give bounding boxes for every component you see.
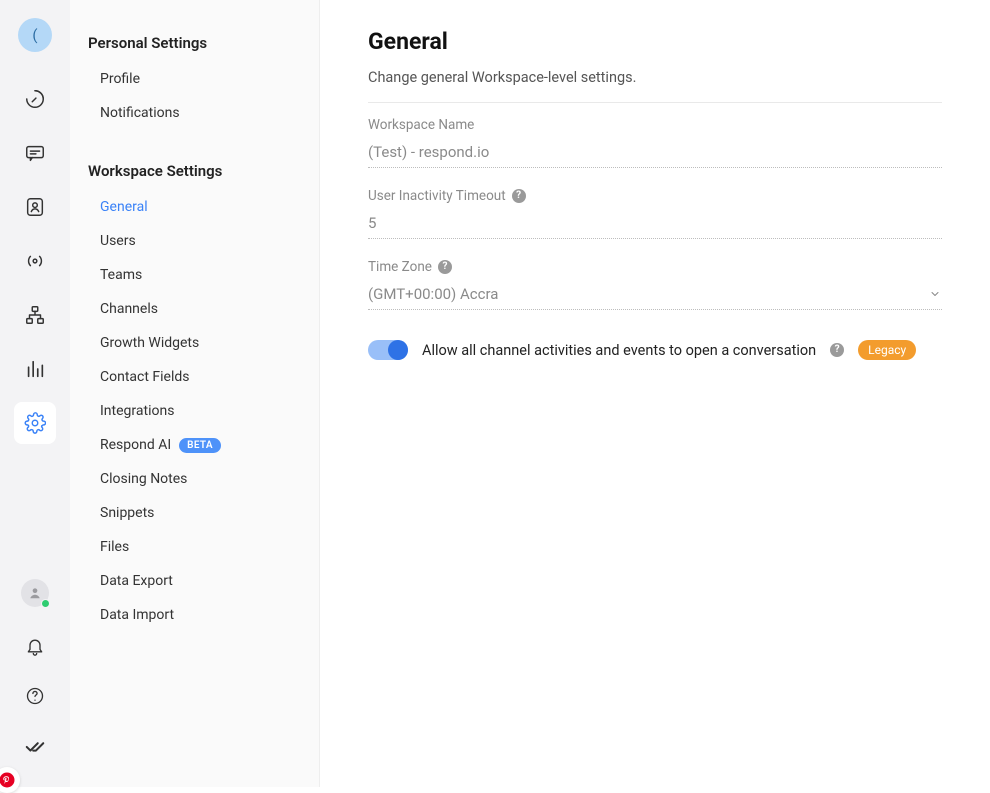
sidebar-item-contact-fields[interactable]: Contact Fields xyxy=(70,360,319,394)
inactivity-timeout-label: User Inactivity Timeout ? xyxy=(368,188,942,204)
workflow-icon xyxy=(24,304,46,326)
settings-sidebar: Personal Settings Profile Notifications … xyxy=(70,0,320,787)
question-circle-icon xyxy=(25,686,45,706)
page-title: General xyxy=(368,28,942,55)
inactivity-timeout-input[interactable]: 5 xyxy=(368,212,942,239)
nav-rail: ( xyxy=(0,0,70,787)
help-icon[interactable]: ? xyxy=(512,189,526,203)
workspace-name-input[interactable]: (Test) - respond.io xyxy=(368,141,942,168)
field-timezone: Time Zone ? (GMT+00:00) Accra xyxy=(368,259,942,310)
chat-icon xyxy=(24,142,46,164)
toggle-row: Allow all channel activities and events … xyxy=(368,340,942,360)
contact-icon xyxy=(24,196,46,218)
nav-reports[interactable] xyxy=(14,348,56,390)
checkmarks-icon xyxy=(24,735,46,757)
person-icon xyxy=(28,586,42,600)
main-content: General Change general Workspace-level s… xyxy=(320,0,990,787)
sidebar-item-files[interactable]: Files xyxy=(70,530,319,564)
sidebar-item-label: Respond AI xyxy=(100,437,171,453)
workspace-name-value: (Test) - respond.io xyxy=(368,143,489,161)
personal-settings-title: Personal Settings xyxy=(70,30,319,62)
notifications-button[interactable] xyxy=(14,625,56,667)
nav-dashboard[interactable] xyxy=(14,78,56,120)
sidebar-item-integrations[interactable]: Integrations xyxy=(70,394,319,428)
sidebar-item-teams[interactable]: Teams xyxy=(70,258,319,292)
sidebar-item-data-export[interactable]: Data Export xyxy=(70,564,319,598)
sidebar-item-growth-widgets[interactable]: Growth Widgets xyxy=(70,326,319,360)
inactivity-timeout-label-text: User Inactivity Timeout xyxy=(368,188,506,204)
presence-dot xyxy=(41,599,50,608)
nav-contacts[interactable] xyxy=(14,186,56,228)
field-workspace-name: Workspace Name (Test) - respond.io xyxy=(368,117,942,168)
timezone-label: Time Zone ? xyxy=(368,259,942,275)
broadcast-icon xyxy=(24,250,46,272)
gear-icon xyxy=(24,412,46,434)
timezone-select[interactable]: (GMT+00:00) Accra xyxy=(368,283,942,310)
gauge-icon xyxy=(24,88,46,110)
inactivity-timeout-value: 5 xyxy=(368,214,376,232)
nav-settings[interactable] xyxy=(14,402,56,444)
workspace-avatar[interactable]: ( xyxy=(18,18,52,52)
sidebar-item-notifications[interactable]: Notifications xyxy=(70,96,319,130)
workspace-settings-title: Workspace Settings xyxy=(70,158,319,190)
beta-badge: BETA xyxy=(179,438,221,453)
pinterest-icon xyxy=(0,771,16,789)
user-avatar[interactable] xyxy=(21,579,49,607)
legacy-badge: Legacy xyxy=(858,340,916,360)
timezone-label-text: Time Zone xyxy=(368,259,432,275)
sidebar-item-closing-notes[interactable]: Closing Notes xyxy=(70,462,319,496)
help-button[interactable] xyxy=(14,675,56,717)
bell-icon xyxy=(25,636,45,656)
brand-mark[interactable] xyxy=(14,725,56,767)
bars-icon xyxy=(24,358,46,380)
workspace-name-label: Workspace Name xyxy=(368,117,942,133)
sidebar-item-channels[interactable]: Channels xyxy=(70,292,319,326)
page-subtitle: Change general Workspace-level settings. xyxy=(368,69,942,86)
divider xyxy=(368,102,942,103)
app-badge[interactable] xyxy=(0,767,20,793)
field-inactivity-timeout: User Inactivity Timeout ? 5 xyxy=(368,188,942,239)
toggle-label: Allow all channel activities and events … xyxy=(422,342,816,359)
toggle-knob xyxy=(388,340,408,360)
timezone-value: (GMT+00:00) Accra xyxy=(368,285,498,303)
nav-workflows[interactable] xyxy=(14,294,56,336)
sidebar-item-general[interactable]: General xyxy=(70,190,319,224)
sidebar-item-data-import[interactable]: Data Import xyxy=(70,598,319,632)
nav-messages[interactable] xyxy=(14,132,56,174)
rail-bottom xyxy=(0,579,70,767)
nav-broadcast[interactable] xyxy=(14,240,56,282)
sidebar-item-respond-ai[interactable]: Respond AI BETA xyxy=(70,428,319,462)
sidebar-item-snippets[interactable]: Snippets xyxy=(70,496,319,530)
sidebar-item-users[interactable]: Users xyxy=(70,224,319,258)
sidebar-item-profile[interactable]: Profile xyxy=(70,62,319,96)
chevron-down-icon xyxy=(928,287,942,301)
help-icon[interactable]: ? xyxy=(438,260,452,274)
toggle-allow-open-conversation[interactable] xyxy=(368,340,408,360)
help-icon[interactable]: ? xyxy=(830,343,844,357)
